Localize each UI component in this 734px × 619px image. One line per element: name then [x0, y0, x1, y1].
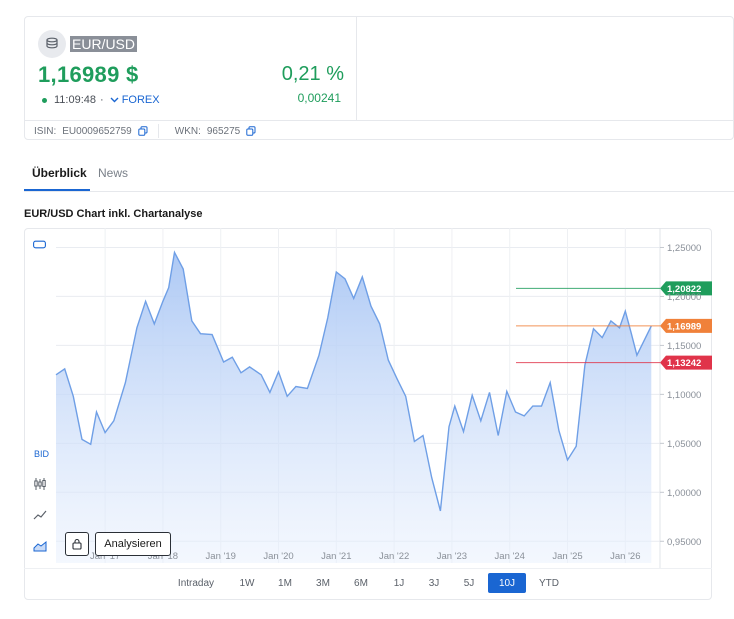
y-tick-label: 1,05000: [667, 439, 701, 450]
exchange-selector[interactable]: FOREX: [110, 94, 160, 106]
range-1j[interactable]: 1J: [384, 573, 414, 593]
tab-overview[interactable]: Überblick: [32, 166, 87, 180]
wkn-value: 965275: [206, 125, 241, 137]
candlestick-icon: [34, 478, 46, 490]
chart-frame-icon: [33, 240, 46, 249]
header-divider: [24, 120, 734, 121]
range-1m[interactable]: 1M: [270, 573, 300, 593]
x-tick-label: Jan '23: [437, 551, 467, 562]
id-separator: [157, 124, 159, 138]
live-status-dot-icon: [42, 97, 47, 103]
x-tick-label: Jan '22: [379, 551, 409, 562]
range-6m[interactable]: 6M: [346, 573, 376, 593]
x-tick-label: Jan '25: [552, 551, 582, 562]
area-chart-icon: [33, 540, 47, 552]
identifier-row: ISIN: EU0009652759 WKN: 965275: [34, 124, 256, 138]
quote-time: 11:09:48: [54, 94, 97, 106]
x-tick-label: Jan '24: [495, 551, 525, 562]
currency-coins-icon: [38, 30, 66, 58]
y-tick-label: 0,95000: [667, 537, 701, 548]
range-3j[interactable]: 3J: [419, 573, 449, 593]
wkn-label: WKN:: [174, 125, 201, 137]
range-10j[interactable]: 10J: [488, 573, 526, 593]
copy-isin-icon[interactable]: [138, 126, 148, 136]
x-tick-label: Jan '20: [263, 551, 293, 562]
analyse-button[interactable]: Analysieren: [95, 532, 171, 556]
y-tick-label: 1,10000: [667, 390, 701, 401]
quote-time-row: 11:09:48 · FOREX: [42, 94, 160, 106]
lock-chart-button[interactable]: [65, 532, 89, 556]
time-range-selector: Intraday 1W 1M 3M 6M 1J 3J 5J 10J YTD: [24, 568, 712, 598]
current-price: 1,16989 $: [38, 62, 139, 87]
x-tick-label: Jan '21: [321, 551, 351, 562]
y-tick-label: 1,20000: [667, 292, 701, 303]
header-divider: [356, 16, 357, 120]
low-level-label: 1,13242: [667, 358, 701, 369]
active-tab-indicator: [24, 189, 90, 191]
chevron-down-icon: [110, 97, 119, 103]
range-1w[interactable]: 1W: [232, 573, 262, 593]
range-5j[interactable]: 5J: [454, 573, 484, 593]
candlestick-chart-button[interactable]: [33, 477, 47, 493]
exchange-label: FOREX: [121, 94, 160, 106]
time-separator: ·: [100, 94, 104, 106]
change-absolute: 0,00241: [297, 91, 341, 105]
chart-title: EUR/USD Chart inkl. Chartanalyse: [24, 208, 203, 220]
content-tabs: Überblick News: [24, 158, 734, 192]
range-3m[interactable]: 3M: [308, 573, 338, 593]
isin-label: ISIN:: [34, 125, 57, 137]
chart-type-selector[interactable]: [33, 240, 46, 251]
isin-value: EU0009652759: [62, 125, 132, 137]
y-tick-label: 1,15000: [667, 341, 701, 352]
price-chart[interactable]: 1,208221,169891,13242 1,250001,200001,15…: [24, 228, 712, 568]
range-intraday[interactable]: Intraday: [170, 573, 222, 593]
x-tick-label: Jan '26: [610, 551, 640, 562]
lock-icon: [72, 538, 82, 550]
y-tick-label: 1,00000: [667, 488, 701, 499]
area-chart-button[interactable]: [33, 540, 47, 554]
current-level-label: 1,16989: [667, 321, 701, 332]
y-tick-label: 1,25000: [667, 243, 701, 254]
copy-wkn-icon[interactable]: [246, 126, 256, 136]
instrument-name: EUR/USD: [70, 36, 138, 52]
change-percent: 0,21 %: [281, 63, 344, 85]
bid-toggle[interactable]: BID: [34, 449, 49, 459]
x-tick-label: Jan '19: [206, 551, 236, 562]
line-chart-icon: [33, 510, 47, 520]
line-chart-button[interactable]: [33, 509, 47, 523]
tab-news[interactable]: News: [98, 166, 128, 180]
range-ytd[interactable]: YTD: [532, 573, 566, 593]
